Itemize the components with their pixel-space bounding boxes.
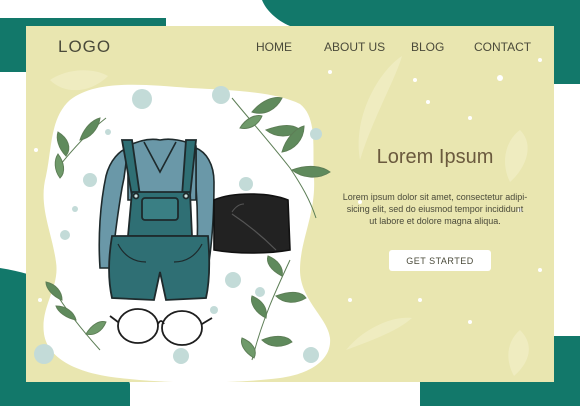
nav-blog[interactable]: BLOG bbox=[411, 40, 444, 54]
hero-description-line: sicing elit, sed do eiusmod tempor incid… bbox=[346, 204, 524, 214]
hero-title: Lorem Ipsum bbox=[376, 146, 494, 168]
nav-about-us[interactable]: ABOUT US bbox=[324, 40, 385, 54]
hero-description: Lorem ipsum dolor sit amet, consectetur … bbox=[334, 191, 536, 227]
top-navigation: HOME ABOUT US BLOG CONTACT bbox=[0, 40, 580, 56]
nav-home[interactable]: HOME bbox=[256, 40, 292, 54]
crossbody-bag bbox=[213, 193, 291, 254]
hero-description-line: ut labore et dolore magna aliqua. bbox=[369, 216, 501, 226]
get-started-button[interactable]: GET STARTED bbox=[389, 250, 491, 271]
hero-description-line: Lorem ipsum dolor sit amet, consectetur … bbox=[342, 192, 528, 202]
nav-contact[interactable]: CONTACT bbox=[474, 40, 531, 54]
